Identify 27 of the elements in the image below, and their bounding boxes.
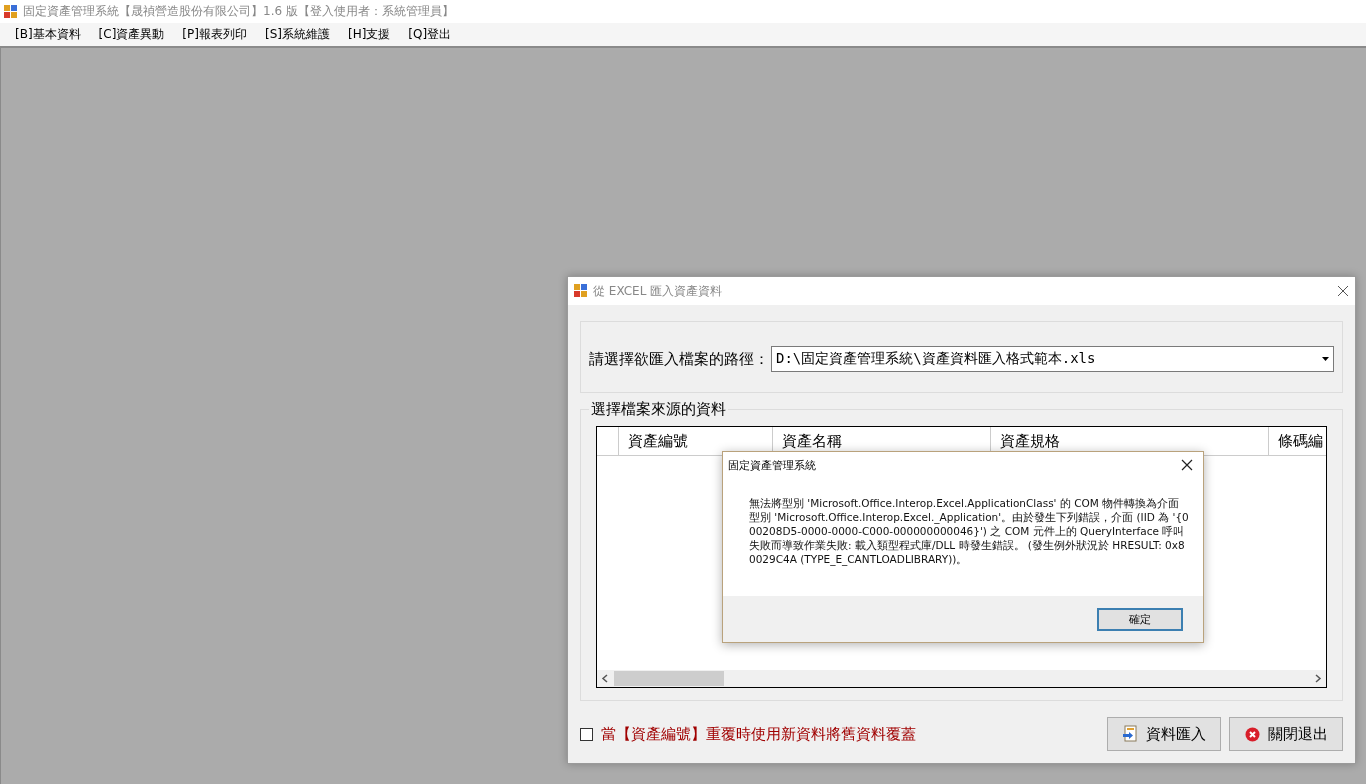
- menu-item[interactable]: [Q]登出: [401, 24, 459, 45]
- overwrite-checkbox[interactable]: [580, 727, 593, 741]
- error-icon: [1244, 726, 1260, 742]
- app-icon: [4, 4, 18, 19]
- dialog-title: 從 EXCEL 匯入資產資料: [593, 282, 724, 300]
- close-button[interactable]: 關閉退出: [1229, 717, 1343, 751]
- menu-item[interactable]: [B]基本資料: [8, 24, 88, 45]
- app-icon: [574, 284, 588, 298]
- close-icon[interactable]: [1181, 459, 1193, 471]
- ok-button[interactable]: 確定: [1097, 607, 1183, 631]
- menu-item[interactable]: [S]系統維護: [257, 24, 337, 45]
- menu-item[interactable]: [P]報表列印: [175, 24, 254, 45]
- error-message: 無法將型別 'Microsoft.Office.Interop.Excel.ApplicationClass' 的 COM 物件轉換為介面型別 'Microsoft.Office.Interop.Excel._Application'。由於發生下列錯誤，介面 (IID 為 '{000208D5-0000-0000-C000-000000000046}') 之 COM 元件上的 QueryInterface 呼叫失敗而導致作業失敗: 載入類型程式庫/DLL 時發生錯誤。 (發生例外狀況於 HRESULT: 0x80029C4A (TYPE_E_CANTLOADLIBRARY))。: [749, 496, 1189, 566]
- dropdown-arrow-icon: [1322, 357, 1329, 361]
- close-icon[interactable]: [1337, 285, 1349, 297]
- import-button[interactable]: 資料匯入: [1107, 717, 1221, 751]
- window-title: 固定資產管理系統【晟禎營造股份有限公司】1.6 版【登入使用者：系統管理員】: [23, 3, 454, 20]
- column-header: 條碼編: [1269, 427, 1326, 455]
- overwrite-label: 當【資產編號】重覆時使用新資料將舊資料覆蓋: [601, 724, 917, 744]
- message-title: 固定資產管理系統: [728, 457, 816, 473]
- group-title: 選擇檔案來源的資料: [589, 400, 728, 419]
- scroll-thumb[interactable]: [614, 671, 724, 686]
- import-icon: [1122, 725, 1138, 743]
- menu-item[interactable]: [H]支援: [340, 24, 398, 45]
- menu-item[interactable]: [C]資產異動: [91, 24, 172, 45]
- path-dropdown[interactable]: D:\固定資產管理系統\資產資料匯入格式範本.xls: [771, 346, 1334, 372]
- path-label: 請選擇欲匯入檔案的路徑：: [589, 349, 769, 369]
